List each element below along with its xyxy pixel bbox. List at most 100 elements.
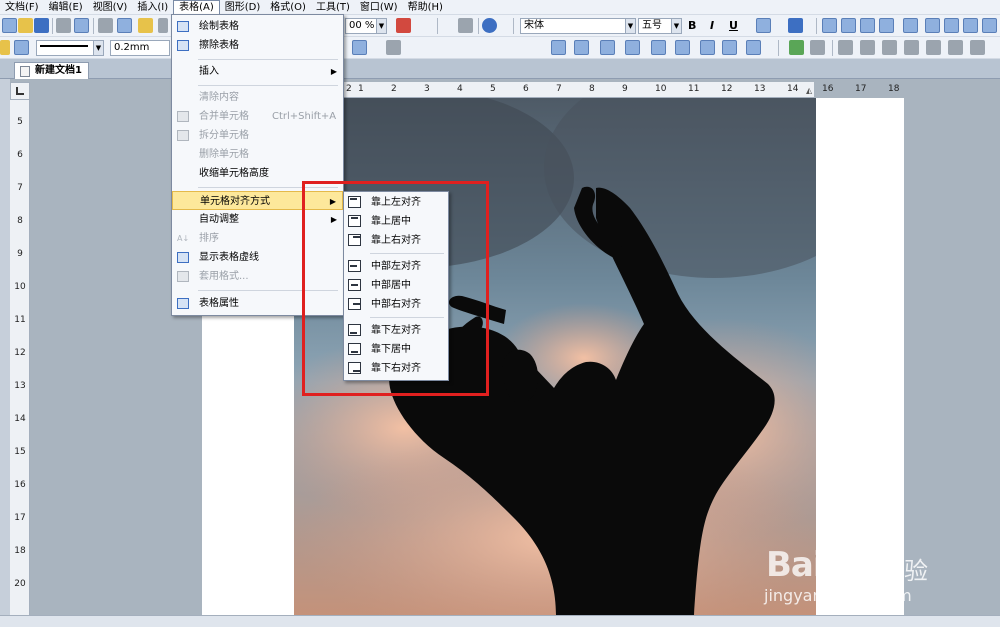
ruler-label: 7 — [556, 84, 562, 94]
ruler-label: 10 — [655, 84, 667, 94]
outdent-icon[interactable] — [982, 18, 997, 33]
text-color-icon[interactable] — [788, 18, 803, 33]
menu-format[interactable]: 格式(O) — [265, 0, 311, 15]
shape-icon-9[interactable] — [746, 40, 761, 55]
ruler-label: 8 — [17, 216, 23, 226]
new-document-icon[interactable] — [2, 18, 17, 33]
font-size-value: 五号 — [642, 20, 662, 31]
menu-insert-submenu[interactable]: 插入 ▶ — [172, 62, 343, 81]
help-icon[interactable] — [482, 18, 497, 33]
ruler-label: 16 — [14, 480, 26, 490]
print-preview-icon[interactable] — [74, 18, 89, 33]
format-brush-icon[interactable] — [458, 18, 473, 33]
menu-window[interactable]: 窗口(W) — [355, 0, 403, 15]
shape-icon-8[interactable] — [722, 40, 737, 55]
font-name-select[interactable]: 宋体 ▼ — [520, 18, 636, 34]
align-right-icon[interactable] — [860, 18, 875, 33]
annotation-highlight-box — [302, 181, 489, 396]
shape-icon-7[interactable] — [700, 40, 715, 55]
edit-icon[interactable] — [14, 40, 29, 55]
ruler-label: 12 — [721, 84, 733, 94]
align-left-icon[interactable] — [822, 18, 837, 33]
distribute-icon[interactable] — [882, 40, 897, 55]
watermark-text: 经验 — [880, 557, 928, 585]
menu-label: 表格属性 — [199, 298, 239, 309]
menu-edit[interactable]: 编辑(E) — [44, 0, 88, 15]
menu-graphics[interactable]: 图形(D) — [220, 0, 266, 15]
menu-view[interactable]: 视图(V) — [88, 0, 133, 15]
menu-label: 套用格式... — [199, 271, 249, 282]
menu-table[interactable]: 表格(A) — [173, 0, 220, 15]
delete-icon[interactable] — [158, 18, 168, 33]
ruler-label: 12 — [14, 348, 26, 358]
standard-toolbar: 00 % ▼ 宋体 ▼ 五号 ▼ B I U — [0, 15, 1000, 37]
menu-clear-content[interactable]: 清除内容 — [172, 88, 343, 107]
ruler-label: 6 — [523, 84, 529, 94]
table-border-icon[interactable] — [386, 40, 401, 55]
shape-icon-2[interactable] — [574, 40, 589, 55]
menu-help[interactable]: 帮助(H) — [403, 0, 448, 15]
shape-icon-5[interactable] — [651, 40, 666, 55]
left-side-panel — [0, 79, 10, 615]
menu-label: 显示表格虚线 — [199, 252, 259, 263]
ruler-label: 1 — [358, 84, 364, 94]
justify-icon[interactable] — [879, 18, 894, 33]
menu-document[interactable]: 文档(F) — [0, 0, 44, 15]
align-objects-icon[interactable] — [948, 40, 963, 55]
submenu-arrow-icon: ▶ — [330, 67, 337, 76]
horizontal-ruler[interactable]: 2 1 2 3 4 5 6 7 8 9 10 11 12 13 14 16 17… — [344, 82, 904, 98]
order-icon[interactable] — [970, 40, 985, 55]
pencil-icon[interactable] — [0, 40, 10, 55]
shape-icon-4[interactable] — [625, 40, 640, 55]
font-size-select[interactable]: 五号 ▼ — [638, 18, 682, 34]
zoom-select[interactable]: 00 % ▼ — [345, 18, 387, 34]
highlight-icon[interactable] — [756, 18, 771, 33]
numbering-icon[interactable] — [944, 18, 959, 33]
font-color-icon[interactable] — [396, 18, 411, 33]
picture-icon[interactable] — [789, 40, 804, 55]
send-backward-icon[interactable] — [860, 40, 875, 55]
menu-draw-table[interactable]: 绘制表格 — [172, 17, 343, 36]
open-folder-icon[interactable] — [18, 18, 33, 33]
bold-button[interactable]: B — [688, 18, 696, 34]
gridlines-icon — [177, 252, 189, 263]
menu-split-cells[interactable]: 拆分单元格 — [172, 126, 343, 145]
menu-bar: 文档(F) 编辑(E) 视图(V) 插入(I) 表格(A) 图形(D) 格式(O… — [0, 0, 1000, 15]
ruler-label: 3 — [424, 84, 430, 94]
table-grid-icon[interactable] — [352, 40, 367, 55]
italic-button[interactable]: I — [710, 18, 714, 34]
menu-tools[interactable]: 工具(T) — [311, 0, 355, 15]
rotate-icon[interactable] — [904, 40, 919, 55]
ruler-label: 15 — [14, 447, 26, 457]
indent-icon[interactable] — [963, 18, 978, 33]
shape-icon-3[interactable] — [600, 40, 615, 55]
align-center-icon[interactable] — [841, 18, 856, 33]
menu-insert[interactable]: 插入(I) — [132, 0, 173, 15]
bullets-icon[interactable] — [925, 18, 940, 33]
menu-erase-table[interactable]: 擦除表格 — [172, 36, 343, 55]
ruler-label: 6 — [17, 150, 23, 160]
print-icon[interactable] — [56, 18, 71, 33]
flip-icon[interactable] — [926, 40, 941, 55]
line-spacing-icon[interactable] — [903, 18, 918, 33]
menu-merge-cells[interactable]: 合并单元格 Ctrl+Shift+A — [172, 107, 343, 126]
ruler-label: 11 — [688, 84, 700, 94]
menu-delete-cells[interactable]: 删除单元格 — [172, 145, 343, 164]
shape-icon-6[interactable] — [675, 40, 690, 55]
group-icon[interactable] — [810, 40, 825, 55]
bring-forward-icon[interactable] — [838, 40, 853, 55]
ruler-tab-selector[interactable] — [10, 82, 30, 100]
copy-icon[interactable] — [117, 18, 132, 33]
cut-icon[interactable] — [98, 18, 113, 33]
shape-icon-1[interactable] — [551, 40, 566, 55]
ruler-label: 4 — [457, 84, 463, 94]
tab-new-document[interactable]: 新建文档1 — [14, 62, 89, 79]
underline-button[interactable]: U — [729, 18, 738, 34]
ruler-label: 16 — [822, 84, 834, 94]
paste-icon[interactable] — [138, 18, 153, 33]
vertical-ruler[interactable]: 5 6 7 8 9 10 11 12 13 14 15 16 17 18 20 — [10, 100, 30, 615]
indent-marker[interactable]: ◭ — [806, 86, 812, 95]
save-icon[interactable] — [34, 18, 49, 33]
line-width-select[interactable]: 0.2mm — [110, 40, 170, 56]
line-style-select[interactable]: ▼ — [36, 40, 104, 56]
